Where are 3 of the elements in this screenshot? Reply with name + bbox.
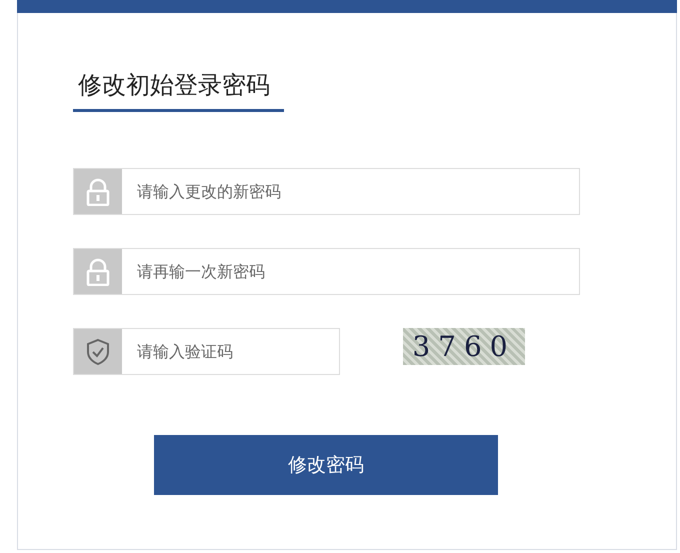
- form-title: 修改初始登录密码: [73, 69, 284, 112]
- change-password-button[interactable]: 修改密码: [154, 435, 498, 495]
- captcha-image[interactable]: 3760: [403, 328, 525, 365]
